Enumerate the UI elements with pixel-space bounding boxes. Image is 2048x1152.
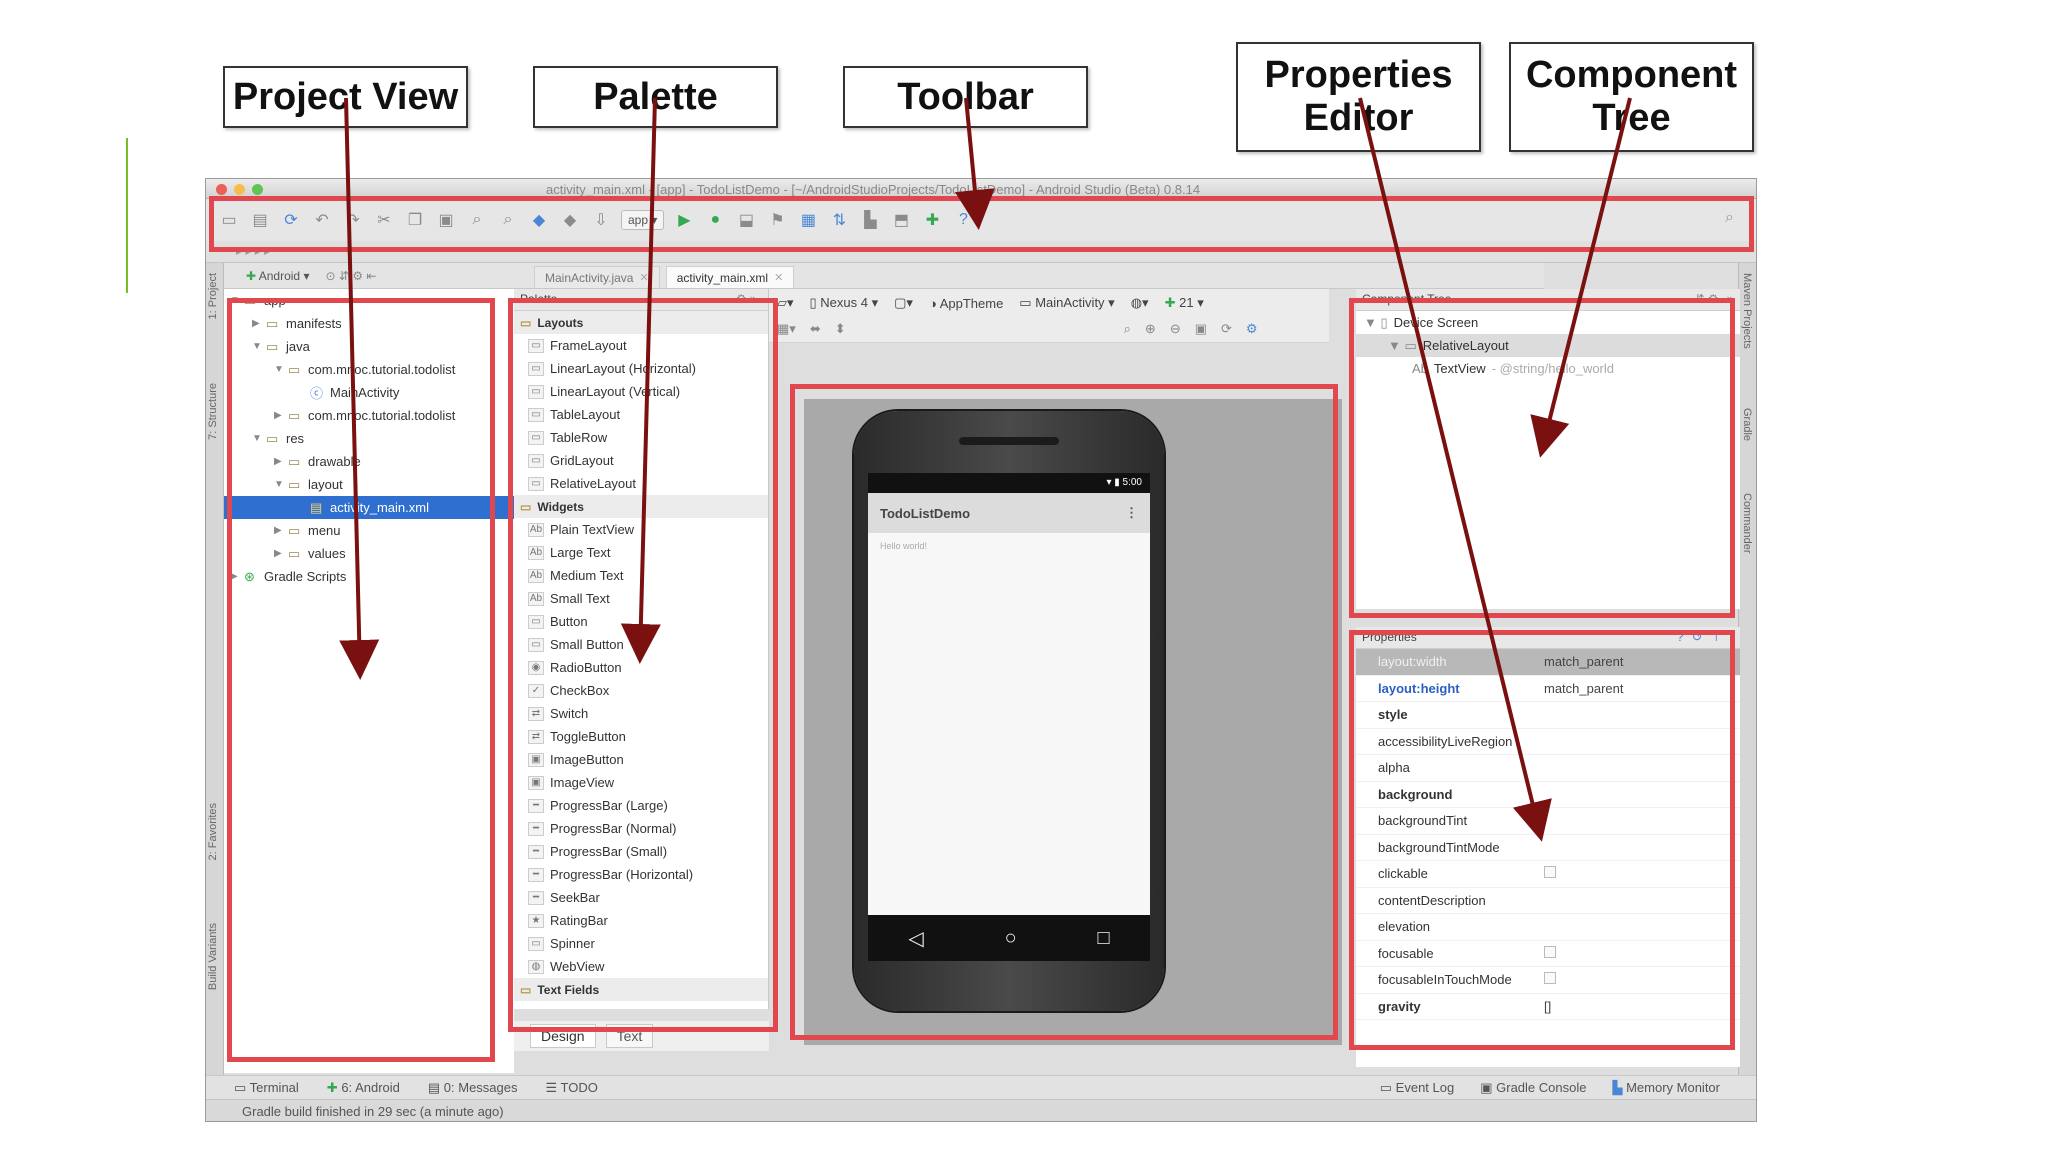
project-view-selector[interactable]: ✚ Android ▾ [246, 269, 309, 283]
highlight-palette [508, 298, 778, 1032]
close-window-button[interactable] [216, 184, 227, 195]
window-title: activity_main.xml - [app] - TodoListDemo… [546, 182, 1201, 197]
device-label: Nexus 4 [820, 295, 868, 310]
project-view-selector-label: Android [258, 268, 301, 283]
tool-memory-monitor[interactable]: ▙ Memory Monitor [1612, 1080, 1720, 1096]
tool-todo[interactable]: ☰ TODO [545, 1080, 597, 1096]
theme-label: AppTheme [939, 295, 1004, 311]
device-frame-select[interactable]: ▱▾ [777, 295, 794, 311]
tool-window-maven[interactable]: Maven Projects [1741, 273, 1753, 349]
tool-messages[interactable]: ▤ 0: Messages [428, 1080, 518, 1096]
api-select[interactable]: ✚ 21 ▾ [1165, 295, 1204, 311]
device-select[interactable]: ▯ Nexus 4 ▾ [810, 295, 879, 311]
highlight-toolbar [209, 196, 1754, 252]
tool-android-label: 6: Android [341, 1079, 400, 1095]
tool-gradle-console[interactable]: ▣ Gradle Console [1480, 1080, 1586, 1096]
tool-window-build-variants[interactable]: Build Variants [207, 923, 219, 990]
tool-android[interactable]: ✚ 6: Android [327, 1080, 400, 1096]
callout-palette-label: Palette [593, 75, 718, 118]
theme-select[interactable]: ◑ AppTheme [929, 296, 1003, 311]
callout-component-tree: Component Tree [1509, 42, 1754, 152]
tool-window-project[interactable]: 1: Project [207, 273, 219, 319]
tool-gradle-console-label: Gradle Console [1496, 1080, 1587, 1095]
zoom-in-icon[interactable]: ⊕ [1145, 321, 1156, 337]
callout-properties-editor: Properties Editor [1236, 42, 1481, 152]
editor-tabs: MainActivity.java ✕ activity_main.xml ✕ [514, 263, 1544, 289]
callout-component-tree-line1: Component [1525, 54, 1738, 96]
layout-horizontal-icon[interactable]: ⬌ [810, 321, 821, 337]
locale-select[interactable]: ◍▾ [1131, 295, 1149, 311]
tool-terminal[interactable]: ▭ Terminal [234, 1080, 299, 1096]
tool-window-commander[interactable]: Commander [1741, 493, 1753, 554]
callout-toolbar: Toolbar [843, 66, 1088, 128]
tool-window-structure[interactable]: 7: Structure [207, 383, 219, 440]
activity-label: MainActivity [1035, 295, 1105, 310]
zoom-out-icon[interactable]: ⊖ [1170, 321, 1181, 337]
callout-properties-editor-line2: Editor [1303, 97, 1414, 139]
refresh-icon[interactable]: ⟳ [1221, 321, 1232, 337]
highlight-properties-editor [1349, 630, 1735, 1050]
tab-activity-main-xml-label: activity_main.xml [676, 270, 769, 285]
close-tab-icon[interactable]: ✕ [774, 271, 783, 284]
callout-project-view-label: Project View [232, 75, 459, 118]
bottom-tool-bar: ▭ Terminal ✚ 6: Android ▤ 0: Messages ☰ … [206, 1075, 1756, 1099]
status-text: Gradle build finished in 29 sec (a minut… [242, 1104, 504, 1119]
callout-component-tree-line2: Tree [1592, 97, 1671, 139]
status-bar: Gradle build finished in 29 sec (a minut… [206, 1099, 1756, 1121]
activity-select[interactable]: ▭ MainActivity ▾ [1019, 295, 1114, 311]
screenshot-icon[interactable]: ▣ [1195, 321, 1207, 337]
callout-palette: Palette [533, 66, 778, 128]
callout-toolbar-label: Toolbar [897, 75, 1034, 118]
tool-memory-monitor-label: Memory Monitor [1626, 1080, 1720, 1095]
tool-event-log-label: Event Log [1395, 1080, 1455, 1095]
minimize-window-button[interactable] [234, 184, 245, 195]
highlight-project-view [227, 298, 495, 1062]
project-view-header: ✚ Android ▾ ⊙ ⇵ ⚙ ⇤ [224, 263, 514, 289]
tool-messages-label: 0: Messages [443, 1079, 518, 1095]
callout-project-view: Project View [223, 66, 468, 128]
highlight-component-tree [1349, 298, 1735, 618]
tool-window-gradle[interactable]: Gradle [1741, 408, 1753, 441]
close-tab-icon[interactable]: ✕ [639, 271, 648, 284]
tool-terminal-label: Terminal [249, 1079, 299, 1095]
callout-properties-editor-line1: Properties [1264, 54, 1453, 96]
project-view-tools[interactable]: ⊙ ⇵ ⚙ ⇤ [325, 269, 376, 283]
zoom-fit-icon[interactable]: ⌕ [1124, 321, 1131, 337]
tab-main-activity-java[interactable]: MainActivity.java ✕ [534, 266, 660, 288]
left-tool-strip: 1: Project 7: Structure 2: Favorites Bui… [206, 263, 224, 1075]
right-tool-strip: Maven Projects Gradle Commander [1738, 263, 1756, 1075]
slide-accent-line [126, 138, 128, 293]
zoom-window-button[interactable] [252, 184, 263, 195]
api-label: 21 [1179, 295, 1194, 310]
tab-activity-main-xml[interactable]: activity_main.xml ✕ [665, 266, 795, 288]
layout-grid-icon[interactable]: ▦▾ [777, 321, 796, 337]
tool-window-favorites[interactable]: 2: Favorites [207, 803, 219, 860]
tab-main-activity-java-label: MainActivity.java [545, 270, 634, 285]
settings-icon[interactable]: ⚙ [1246, 321, 1258, 337]
layout-vertical-icon[interactable]: ⬍ [835, 321, 846, 337]
layout-editor-toolbar: ▱▾ ▯ Nexus 4 ▾ ▢▾ ◑ AppTheme ▭ MainActiv… [769, 289, 1329, 343]
tool-event-log[interactable]: ▭ Event Log [1380, 1080, 1454, 1096]
orientation-select[interactable]: ▢▾ [894, 295, 913, 311]
highlight-design-canvas [790, 384, 1338, 1040]
tool-todo-label: TODO [560, 1079, 598, 1095]
